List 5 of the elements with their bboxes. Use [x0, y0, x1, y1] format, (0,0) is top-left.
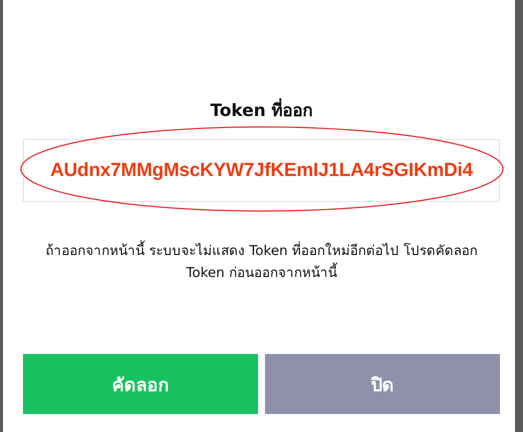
token-field[interactable]: AUdnx7MMgMscKYW7JfKEmIJ1LA4rSGIKmDi4	[23, 139, 500, 202]
copy-button[interactable]: คัดลอก	[23, 354, 258, 414]
dialog-title: Token ที่ออก	[210, 96, 313, 123]
close-button[interactable]: ปิด	[265, 354, 500, 414]
warning-message: ถ้าออกจากหน้านี้ ระบบจะไม่แสดง Token ที่ออกใหม่อีกต่อไป โปรดคัดลอก Token ก่อนออกจากหน้านี้	[26, 240, 496, 284]
